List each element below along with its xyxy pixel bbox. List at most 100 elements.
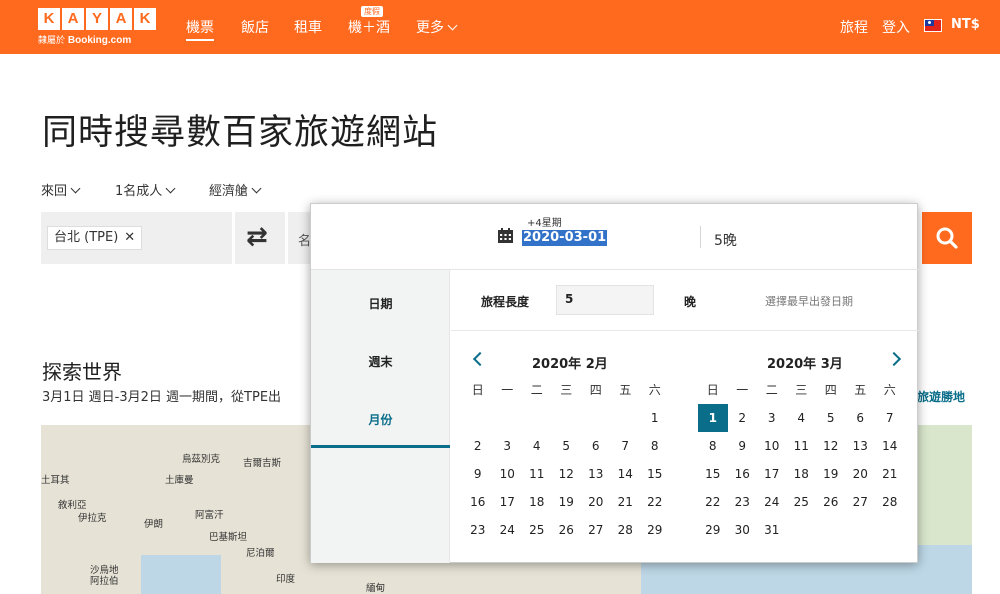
chevron-left-icon[interactable] (472, 351, 488, 367)
calendar-day[interactable]: 18 (522, 488, 552, 516)
calendar-day[interactable]: 11 (787, 432, 817, 460)
chevron-down-icon (70, 183, 81, 194)
calendar-day[interactable]: 30 (728, 516, 758, 544)
nav-packages[interactable]: 機＋酒 (348, 17, 390, 37)
calendar-day[interactable]: 2 (728, 404, 758, 432)
calendar-day[interactable]: 4 (522, 432, 552, 460)
login-link[interactable]: 登入 (882, 17, 910, 37)
calendar-day[interactable]: 27 (846, 488, 876, 516)
calendar-day[interactable]: 19 (552, 488, 582, 516)
calendar-day[interactable]: 2 (463, 432, 493, 460)
taiwan-flag-icon[interactable] (924, 19, 942, 32)
calendar-day[interactable]: 23 (728, 488, 758, 516)
calendar-day[interactable]: 10 (757, 432, 787, 460)
calendar-day[interactable]: 7 (611, 432, 641, 460)
calendar-day[interactable]: 20 (846, 460, 876, 488)
calendar-day[interactable]: 21 (875, 460, 905, 488)
close-icon[interactable]: ✕ (124, 230, 135, 245)
calendar-day[interactable]: 14 (611, 460, 641, 488)
calendar-day[interactable]: 28 (875, 488, 905, 516)
nav-flights[interactable]: 機票 (186, 17, 214, 41)
trip-length-label: 旅程長度 (481, 295, 530, 309)
divider (700, 226, 701, 248)
calendar-day[interactable]: 12 (552, 460, 582, 488)
calendar-day[interactable]: 22 (640, 488, 670, 516)
weekday-header: 二 (530, 383, 543, 397)
calendar-day[interactable]: 7 (875, 404, 905, 432)
nights-count[interactable]: 5晚 (714, 230, 737, 250)
calendar-day[interactable]: 4 (787, 404, 817, 432)
date-mode-sidebar: 日期 週末 月份 (311, 270, 450, 563)
weekday-header: 二 (765, 383, 778, 397)
calendar-day[interactable]: 23 (463, 516, 493, 544)
calendar-day[interactable]: 27 (581, 516, 611, 544)
top-navigation-bar: K A Y A K 隸屬於 Booking.com 機票 飯店 租車 度假 機＋… (0, 0, 1000, 54)
active-tab-indicator (311, 445, 450, 448)
map-label: 敘利亞 (58, 500, 87, 511)
explore-destinations-link[interactable]: 旅遊勝地 (917, 388, 965, 405)
departure-date-input[interactable]: 2020-03-01 (522, 230, 608, 246)
calendar-day[interactable]: 16 (728, 460, 758, 488)
weekday-header: 六 (648, 383, 661, 397)
nav-cars[interactable]: 租車 (294, 17, 322, 37)
calendar-day[interactable]: 17 (493, 488, 523, 516)
nav-more[interactable]: 更多 (416, 17, 458, 37)
calendar-day[interactable]: 13 (846, 432, 876, 460)
calendar-day[interactable]: 25 (522, 516, 552, 544)
travelers-dropdown[interactable]: 1名成人 (115, 180, 176, 199)
calendar-day[interactable]: 29 (640, 516, 670, 544)
calendar-day[interactable]: 8 (640, 432, 670, 460)
calendar-day[interactable]: 8 (698, 432, 728, 460)
search-button[interactable] (922, 212, 972, 264)
calendar-day[interactable]: 26 (552, 516, 582, 544)
calendar-day[interactable]: 6 (581, 432, 611, 460)
calendar-day[interactable]: 21 (611, 488, 641, 516)
tab-dates[interactable]: 日期 (311, 295, 450, 312)
calendar-day[interactable]: 24 (493, 516, 523, 544)
currency-selector[interactable]: NT$ (951, 17, 980, 32)
calendar-day[interactable]: 29 (698, 516, 728, 544)
calendar-day[interactable]: 25 (787, 488, 817, 516)
calendar-day[interactable]: 1 (698, 404, 728, 432)
cabin-dropdown[interactable]: 經濟艙 (209, 180, 262, 199)
trip-length-input[interactable]: 5 (556, 285, 654, 315)
calendar-day[interactable]: 13 (581, 460, 611, 488)
calendar-day[interactable]: 1 (640, 404, 670, 432)
calendar-day[interactable]: 5 (816, 404, 846, 432)
calendar-day[interactable]: 9 (728, 432, 758, 460)
swap-arrows-icon[interactable]: ⇄ (246, 222, 268, 252)
calendar-day[interactable]: 3 (493, 432, 523, 460)
weekday-header: 五 (619, 383, 632, 397)
calendar-day[interactable]: 18 (787, 460, 817, 488)
trips-link[interactable]: 旅程 (840, 17, 868, 37)
nav-hotels[interactable]: 飯店 (241, 17, 269, 37)
calendar-day[interactable]: 5 (552, 432, 582, 460)
calendar-day[interactable]: 15 (640, 460, 670, 488)
calendar-day[interactable]: 22 (698, 488, 728, 516)
chevron-right-icon[interactable] (886, 351, 902, 367)
tab-weekend[interactable]: 週末 (311, 353, 450, 370)
calendar-day[interactable]: 3 (757, 404, 787, 432)
calendar-day[interactable]: 6 (846, 404, 876, 432)
calendar-day[interactable]: 12 (816, 432, 846, 460)
tab-month[interactable]: 月份 (311, 411, 450, 428)
calendar-day[interactable]: 28 (611, 516, 641, 544)
calendar-day[interactable]: 9 (463, 460, 493, 488)
calendar-day[interactable]: 11 (522, 460, 552, 488)
calendar-day[interactable]: 24 (757, 488, 787, 516)
origin-chip[interactable]: 台北 (TPE) ✕ (47, 226, 143, 250)
calendar-day[interactable]: 19 (816, 460, 846, 488)
logo-subtitle: 隸屬於 Booking.com (38, 35, 132, 46)
calendar-day[interactable]: 16 (463, 488, 493, 516)
calendar-day[interactable]: 10 (493, 460, 523, 488)
calendar-day[interactable]: 31 (757, 516, 787, 544)
calendar-day[interactable]: 17 (757, 460, 787, 488)
calendar-day[interactable]: 14 (875, 432, 905, 460)
calendar-day[interactable]: 15 (698, 460, 728, 488)
kayak-logo[interactable]: K A Y A K 隸屬於 Booking.com (38, 8, 156, 46)
calendar-day[interactable]: 20 (581, 488, 611, 516)
weekday-header: 日 (471, 383, 484, 397)
calendar-day[interactable]: 26 (816, 488, 846, 516)
trip-type-dropdown[interactable]: 來回 (41, 180, 81, 199)
nav-packages-badge: 度假 (361, 6, 383, 17)
